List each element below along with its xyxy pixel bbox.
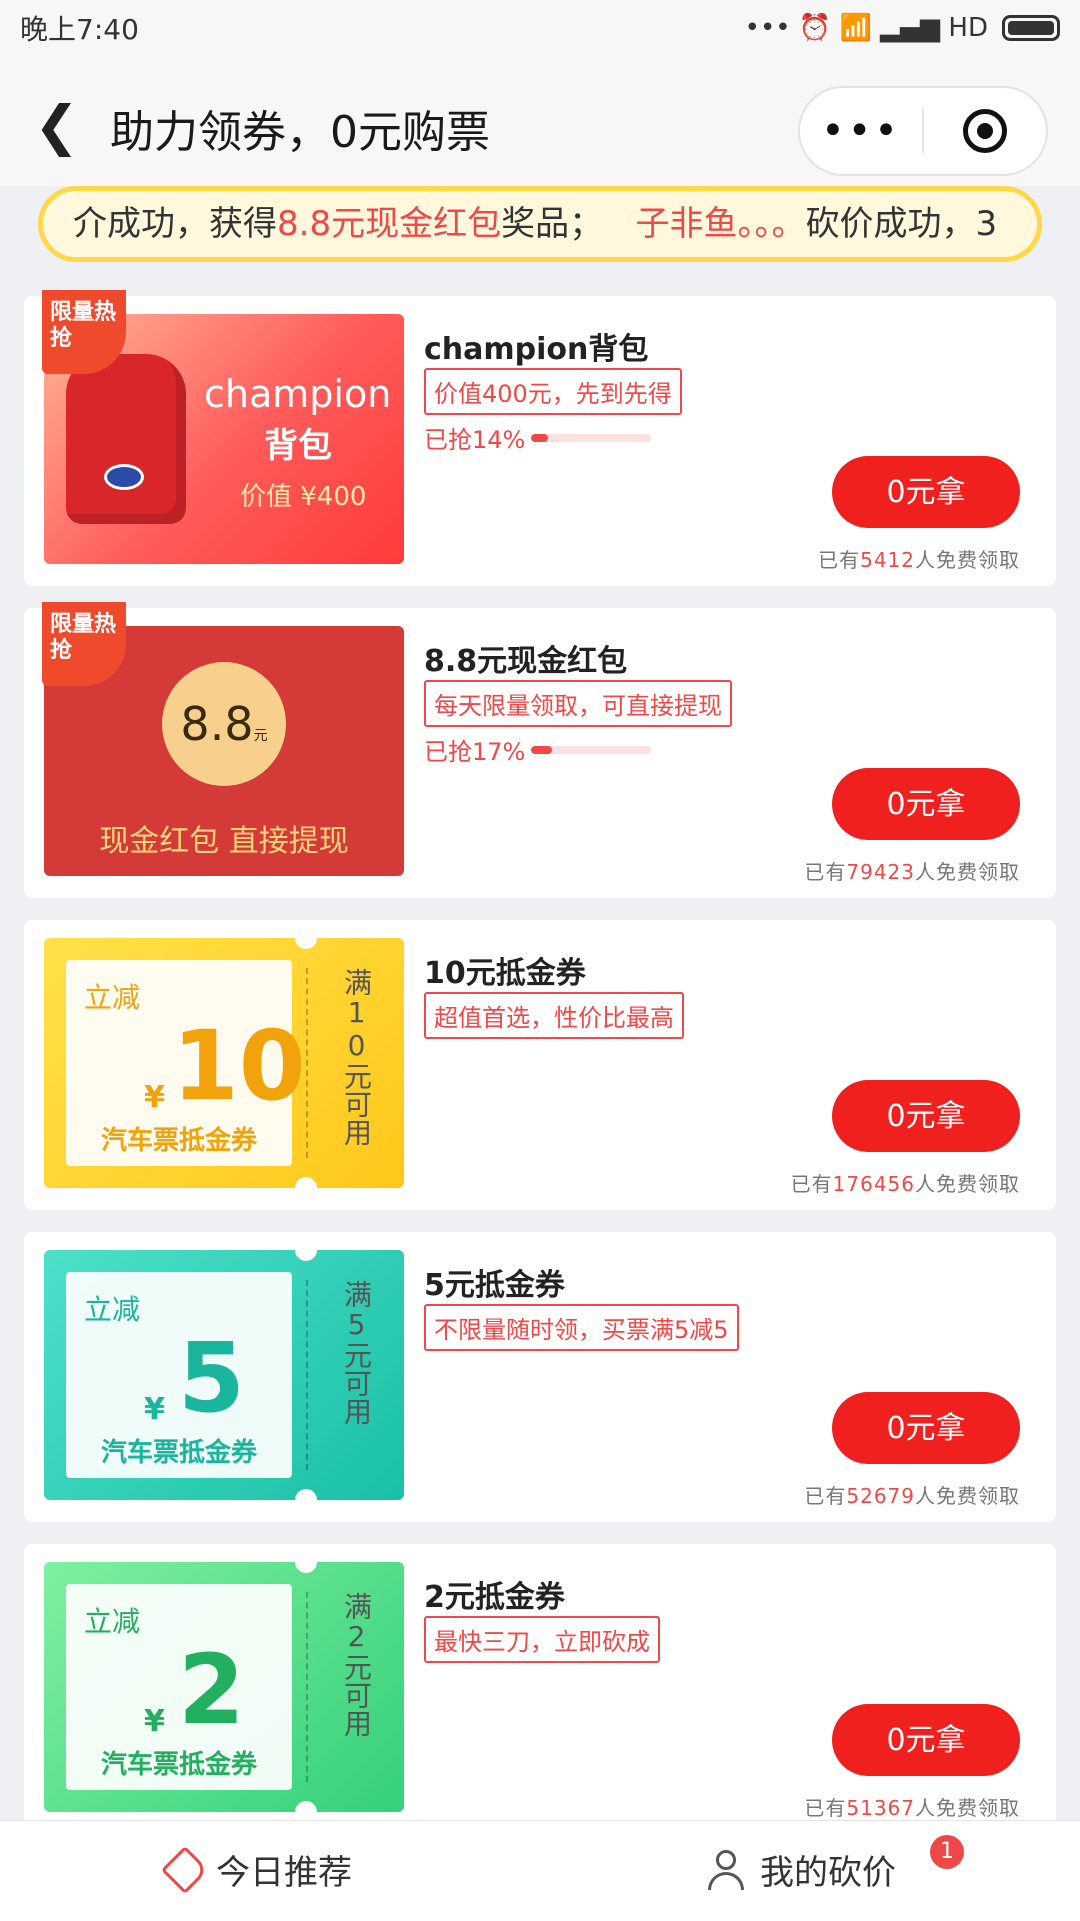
product-card-coupon-5[interactable]: 立减 ¥ 5 汽车票抵金券 满5元可用 5元抵金券 不限量随时领，买票满5减5 … <box>24 1232 1056 1522</box>
product-tag: 不限量随时领，买票满5减5 <box>424 1304 739 1351</box>
progress-bar <box>531 433 652 442</box>
tab-label: 今日推荐 <box>216 1853 352 1893</box>
product-card-coupon-10[interactable]: 立减 ¥ 10 汽车票抵金券 满10元可用 10元抵金券 超值首选，性价比最高 … <box>24 920 1056 1210</box>
claim-button[interactable]: 0元拿 <box>832 1080 1020 1152</box>
limited-badge: 限量热抢 <box>42 290 126 374</box>
marquee-text-3: 砍价成功，3 <box>805 204 998 244</box>
battery-icon <box>1002 15 1060 41</box>
status-bar: 晚上7:40 ••• ⏰ 📶 ▂▄▆ HD <box>0 0 1080 56</box>
more-icon[interactable]: ••• <box>800 108 922 154</box>
claim-button[interactable]: 0元拿 <box>832 768 1020 840</box>
target-icon[interactable] <box>924 109 1046 153</box>
progress-fill <box>531 433 549 442</box>
tab-my-bargain[interactable]: 我的砍价 <box>706 1845 896 1894</box>
thumb-sub: 背包 <box>264 426 332 466</box>
coin-icon: 8.8元 <box>162 662 286 786</box>
mini-program-capsule: ••• <box>798 86 1048 176</box>
status-icons: ••• ⏰ 📶 ▂▄▆ HD <box>744 13 988 43</box>
backpack-icon <box>66 354 186 524</box>
claimed-count: 已有176456人免费领取 <box>790 1172 1020 1196</box>
product-name: 2元抵金券 <box>424 1580 565 1615</box>
product-name: 8.8元现金红包 <box>424 644 628 679</box>
nav-bar: ❮ 助力领券，0元购票 ••• <box>0 56 1080 186</box>
claimed-count: 已有52679人免费领取 <box>804 1484 1020 1508</box>
marquee-text-2: 奖品； <box>501 204 604 244</box>
claimed-count: 已有5412人免费领取 <box>818 548 1020 572</box>
grab-text: 已抢17% <box>424 738 526 766</box>
product-tag: 最快三刀，立即砍成 <box>424 1616 660 1663</box>
grab-progress: 已抢17% <box>424 732 652 767</box>
claimed-count: 已有51367人免费领取 <box>804 1796 1020 1820</box>
grab-progress: 已抢14% <box>424 420 652 455</box>
grab-text: 已抢14% <box>424 426 526 454</box>
claim-button[interactable]: 0元拿 <box>832 456 1020 528</box>
user-icon <box>706 1849 746 1890</box>
product-name: 5元抵金券 <box>424 1268 565 1303</box>
product-tag: 每天限量领取，可直接提现 <box>424 680 732 727</box>
thumb-sub: 现金红包 直接提现 <box>99 824 349 859</box>
coupon-5-image: 立减 ¥ 5 汽车票抵金券 满5元可用 <box>44 1250 404 1500</box>
thumb-price: 价值 ¥400 <box>240 482 367 512</box>
product-card-red-packet[interactable]: 限量热抢 8.8元 现金红包 直接提现 8.8元现金红包 每天限量领取，可直接提… <box>24 602 1056 898</box>
product-name: champion背包 <box>424 332 649 367</box>
progress-bar <box>531 745 652 754</box>
limited-badge: 限量热抢 <box>42 602 126 686</box>
notification-badge: 1 <box>930 1835 964 1869</box>
marquee-highlight-2: 子非鱼。。。 <box>635 204 806 244</box>
product-tag: 超值首选，性价比最高 <box>424 992 684 1039</box>
product-tag: 价值400元，先到先得 <box>424 368 682 415</box>
product-card-coupon-2[interactable]: 立减 ¥ 2 汽车票抵金券 满2元可用 2元抵金券 最快三刀，立即砍成 0元拿 … <box>24 1544 1056 1834</box>
tab-today-recommend[interactable]: 今日推荐 <box>160 1845 352 1894</box>
page-title: 助力领券，0元购票 <box>110 107 490 158</box>
status-indicators: ••• ⏰ 📶 ▂▄▆ HD <box>745 13 1060 43</box>
coupon-2-image: 立减 ¥ 2 汽车票抵金券 满2元可用 <box>44 1562 404 1812</box>
claimed-count: 已有79423人免费领取 <box>804 860 1020 884</box>
progress-fill <box>531 745 552 754</box>
tag-icon <box>160 1845 210 1894</box>
tab-label: 我的砍价 <box>760 1853 896 1893</box>
coupon-10-image: 立减 ¥ 10 汽车票抵金券 满10元可用 <box>44 938 404 1188</box>
winner-marquee: 介成功，获得8.8元现金红包奖品； 子非鱼。。。砍价成功，3 <box>38 186 1042 262</box>
claim-button[interactable]: 0元拿 <box>832 1392 1020 1464</box>
thumb-brand: champion <box>204 372 392 416</box>
marquee-highlight-1: 8.8元现金红包 <box>277 204 502 244</box>
bottom-nav: 今日推荐 我的砍价 1 <box>0 1820 1080 1921</box>
product-name: 10元抵金券 <box>424 956 586 991</box>
product-card-champion[interactable]: 限量热抢 champion 背包 价值 ¥400 champion背包 价值40… <box>24 290 1056 586</box>
chevron-left-icon[interactable]: ❮ <box>34 94 79 157</box>
marquee-text-1: 介成功，获得 <box>73 204 277 244</box>
status-time: 晚上7:40 <box>20 13 139 46</box>
claim-button[interactable]: 0元拿 <box>832 1704 1020 1776</box>
